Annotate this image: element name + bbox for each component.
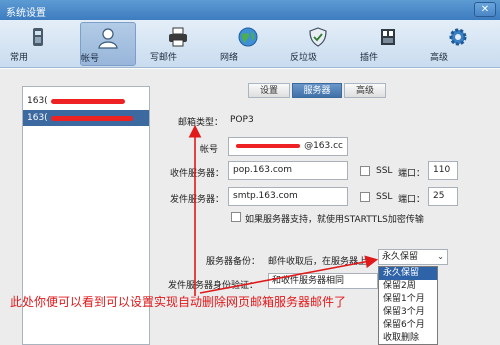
arrow-to-backup-select — [199, 255, 379, 294]
annotation-text: 此处你便可以看到可以设置实现自动删除网页邮箱服务器邮件了 — [10, 295, 347, 309]
annotation-arrows — [188, 124, 379, 296]
